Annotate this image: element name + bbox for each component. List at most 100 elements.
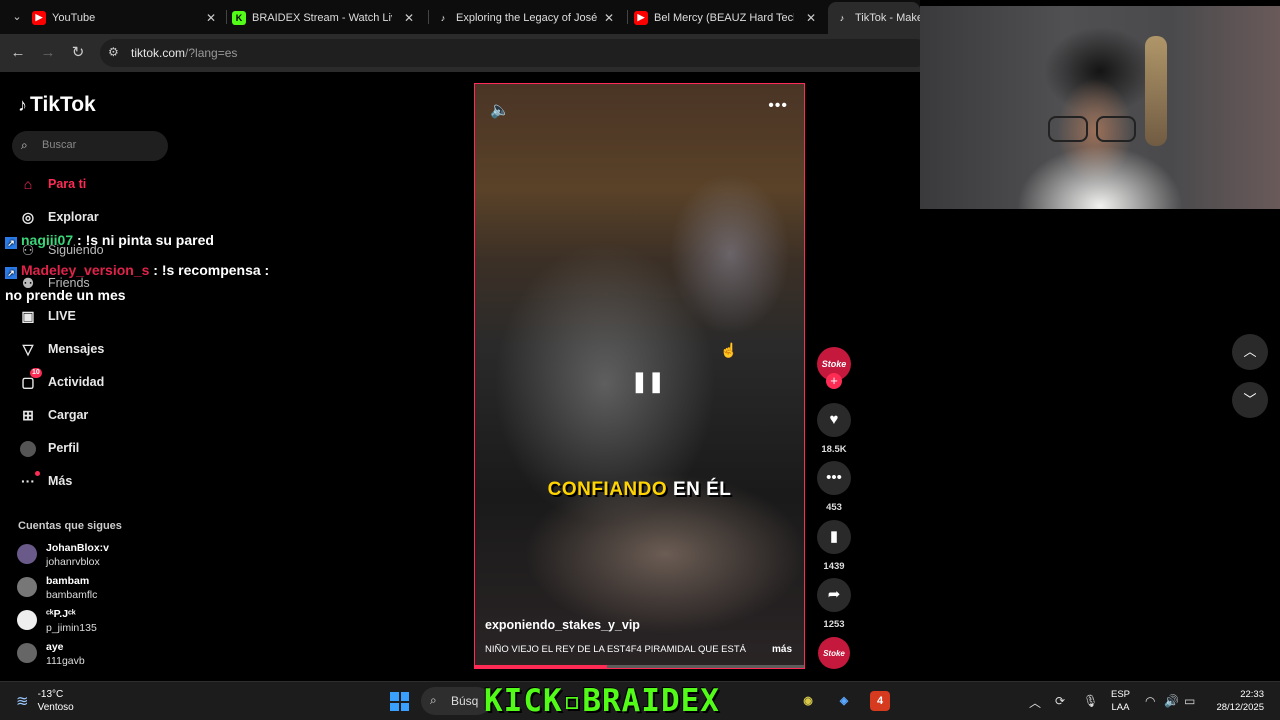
avatar-text: Stoke xyxy=(821,359,847,369)
nav-mensajes[interactable]: ▽ Mensajes xyxy=(18,338,105,360)
next-video-button[interactable]: ﹀ xyxy=(1232,382,1268,418)
reload-icon[interactable]: ↻ xyxy=(68,43,88,63)
taskbar-search[interactable]: ⌕ Búsq xyxy=(421,687,491,715)
tab-braidex-stream[interactable]: K BRAIDEX Stream - Watch Live o ✕ xyxy=(232,5,422,30)
like-count: 18.5K xyxy=(821,444,847,455)
forward-arrow-icon[interactable]: → xyxy=(38,43,58,63)
share-count: 1253 xyxy=(823,619,845,630)
following-heading: Cuentas que sigues xyxy=(18,520,122,532)
save-button[interactable]: ▮ 1439 xyxy=(817,520,851,572)
like-button[interactable]: ♥ 18.5K xyxy=(817,403,851,455)
wind-icon: ≋ xyxy=(16,693,29,710)
account-name: ᶜᵏP.Jᶜᵏ xyxy=(46,608,76,620)
account-name: bambam xyxy=(46,575,90,587)
nav-mas[interactable]: ··· Más xyxy=(18,470,72,492)
tab-tiktok[interactable]: ♪ TikTok - Make Y xyxy=(828,2,920,34)
follow-plus-button[interactable]: + xyxy=(826,373,842,389)
wifi-icon[interactable]: ◠ xyxy=(1145,694,1155,708)
volume-icon[interactable]: 🔈 xyxy=(490,100,510,120)
close-icon[interactable]: ✕ xyxy=(206,11,216,25)
tab-youtube[interactable]: ▶ YouTube ✕ xyxy=(32,5,224,30)
sound-avatar[interactable]: Stoke xyxy=(818,637,850,669)
tab-exploring-legacy[interactable]: ♪ Exploring the Legacy of José Jo ✕ xyxy=(436,5,622,30)
time: 22:33 xyxy=(1240,689,1264,700)
account-handle: bambamflc xyxy=(46,589,98,601)
clock[interactable]: 22:33 28/12/2025 xyxy=(1216,688,1264,714)
speaker-icon[interactable]: 🔊 xyxy=(1164,694,1179,708)
windows-taskbar: ≋ -13°C Ventoso ⌕ Búsq KICK▫BRAIDEX ◉ ◈ 4… xyxy=(0,681,1280,720)
nav-label: Más xyxy=(48,474,73,488)
tab-bel-mercy[interactable]: ▶ Bel Mercy (BEAUZ Hard Techno ✕ xyxy=(634,5,824,30)
address-bar[interactable]: ⚙ tiktok.com/?lang=es xyxy=(100,39,930,67)
microphone-icon[interactable]: 🎙 xyxy=(1083,694,1098,708)
nav-actividad[interactable]: ▢ 10 Actividad xyxy=(18,367,105,393)
search-icon: ⌕ xyxy=(430,693,437,707)
kick-badge-icon: ↗ xyxy=(5,267,17,279)
video-username[interactable]: exponiendo_stakes_y_vip xyxy=(485,618,640,632)
account-name: JohanBlox:v xyxy=(46,542,110,554)
close-icon[interactable]: ✕ xyxy=(404,11,414,25)
video-player[interactable]: 🔈 ••• ❚❚ CONFIANDO EN ÉL exponiendo_stak… xyxy=(474,83,805,669)
app-icon[interactable]: 4 xyxy=(870,691,890,711)
language-indicator[interactable]: ESP LAA xyxy=(1111,688,1130,714)
browser-tab-strip: ⌄ ▶ YouTube ✕ K BRAIDEX Stream - Watch L… xyxy=(0,0,920,34)
tiktok-logo[interactable]: ♪ TikTok xyxy=(18,93,96,117)
account-handle: p_jimin135 xyxy=(46,622,97,634)
chevron-up-icon: ︿ xyxy=(1243,344,1257,359)
tab-title: TikTok - Make Y xyxy=(855,12,920,24)
battery-icon[interactable]: ▭ xyxy=(1184,694,1195,708)
avatar xyxy=(17,610,37,630)
back-arrow-icon[interactable]: ← xyxy=(8,43,28,63)
site-settings-icon[interactable]: ⚙ xyxy=(108,45,119,59)
bookmark-icon: ▮ xyxy=(817,520,851,554)
tab-search-chevron-icon[interactable]: ⌄ xyxy=(7,7,27,27)
nav-label: Perfil xyxy=(48,441,80,455)
pause-icon[interactable]: ❚❚ xyxy=(631,369,665,394)
caption-text: EN ÉL xyxy=(672,479,732,500)
show-hidden-icons-icon[interactable]: ︿ xyxy=(1029,694,1041,711)
chat-message: ↗ Madeley_version_s : !s recompensa : xyxy=(5,262,269,279)
kick-badge-icon: ↗ xyxy=(5,237,17,249)
comment-count: 453 xyxy=(826,502,842,513)
nav-live[interactable]: ▣ LIVE xyxy=(18,305,76,327)
nav-label: Actividad xyxy=(48,375,105,389)
hand-cursor-icon: ☝ xyxy=(720,342,738,358)
windows-start-icon[interactable] xyxy=(390,692,409,711)
more-link[interactable]: más xyxy=(772,644,792,655)
nav-label: Mensajes xyxy=(48,342,105,356)
nav-para-ti[interactable]: ⌂ Para ti xyxy=(18,173,86,195)
video-progress-bar[interactable] xyxy=(475,665,804,668)
nav-explorar[interactable]: ◎ Explorar xyxy=(18,206,99,228)
logo-text: TikTok xyxy=(30,93,96,116)
app-icon[interactable]: ◉ xyxy=(798,691,818,711)
chevron-down-icon: ﹀ xyxy=(1243,392,1257,407)
avatar xyxy=(17,577,37,597)
nav-cargar[interactable]: ⊞ Cargar xyxy=(18,404,88,426)
more-options-icon[interactable]: ••• xyxy=(768,97,788,115)
comment-button[interactable]: ••• 453 xyxy=(817,461,851,513)
tiktok-icon: ♪ xyxy=(839,13,845,23)
caption-highlight: CONFIANDO xyxy=(547,479,668,500)
sync-icon[interactable]: ⟳ xyxy=(1055,694,1065,708)
activity-icon: ▢ 10 xyxy=(21,367,42,390)
search-input[interactable]: ⌕ Buscar xyxy=(12,131,168,161)
avatar xyxy=(17,544,37,564)
search-placeholder: Buscar xyxy=(42,139,77,151)
close-icon[interactable]: ✕ xyxy=(604,11,614,25)
weather-widget[interactable]: ≋ -13°C Ventoso xyxy=(16,688,74,714)
nav-label: LIVE xyxy=(48,309,76,323)
close-icon[interactable]: ✕ xyxy=(806,11,816,25)
nav-perfil[interactable]: Perfil xyxy=(18,437,79,459)
previous-video-button[interactable]: ︿ xyxy=(1232,334,1268,370)
app-icon[interactable]: ◈ xyxy=(834,691,854,711)
home-icon: ⌂ xyxy=(23,176,33,192)
send-icon: ▽ xyxy=(22,340,34,357)
avatar xyxy=(17,643,37,663)
share-button[interactable]: ➦ 1253 xyxy=(817,578,851,630)
compass-icon: ◎ xyxy=(21,208,35,225)
youtube-icon: ▶ xyxy=(634,10,648,25)
avatar-text: Stoke xyxy=(823,648,845,658)
video-progress-fill xyxy=(475,665,607,668)
comment-icon: ••• xyxy=(817,461,851,495)
video-description: NIÑO VIEJO EL REY DE LA EST4F4 PIRAMIDAL… xyxy=(485,644,746,655)
